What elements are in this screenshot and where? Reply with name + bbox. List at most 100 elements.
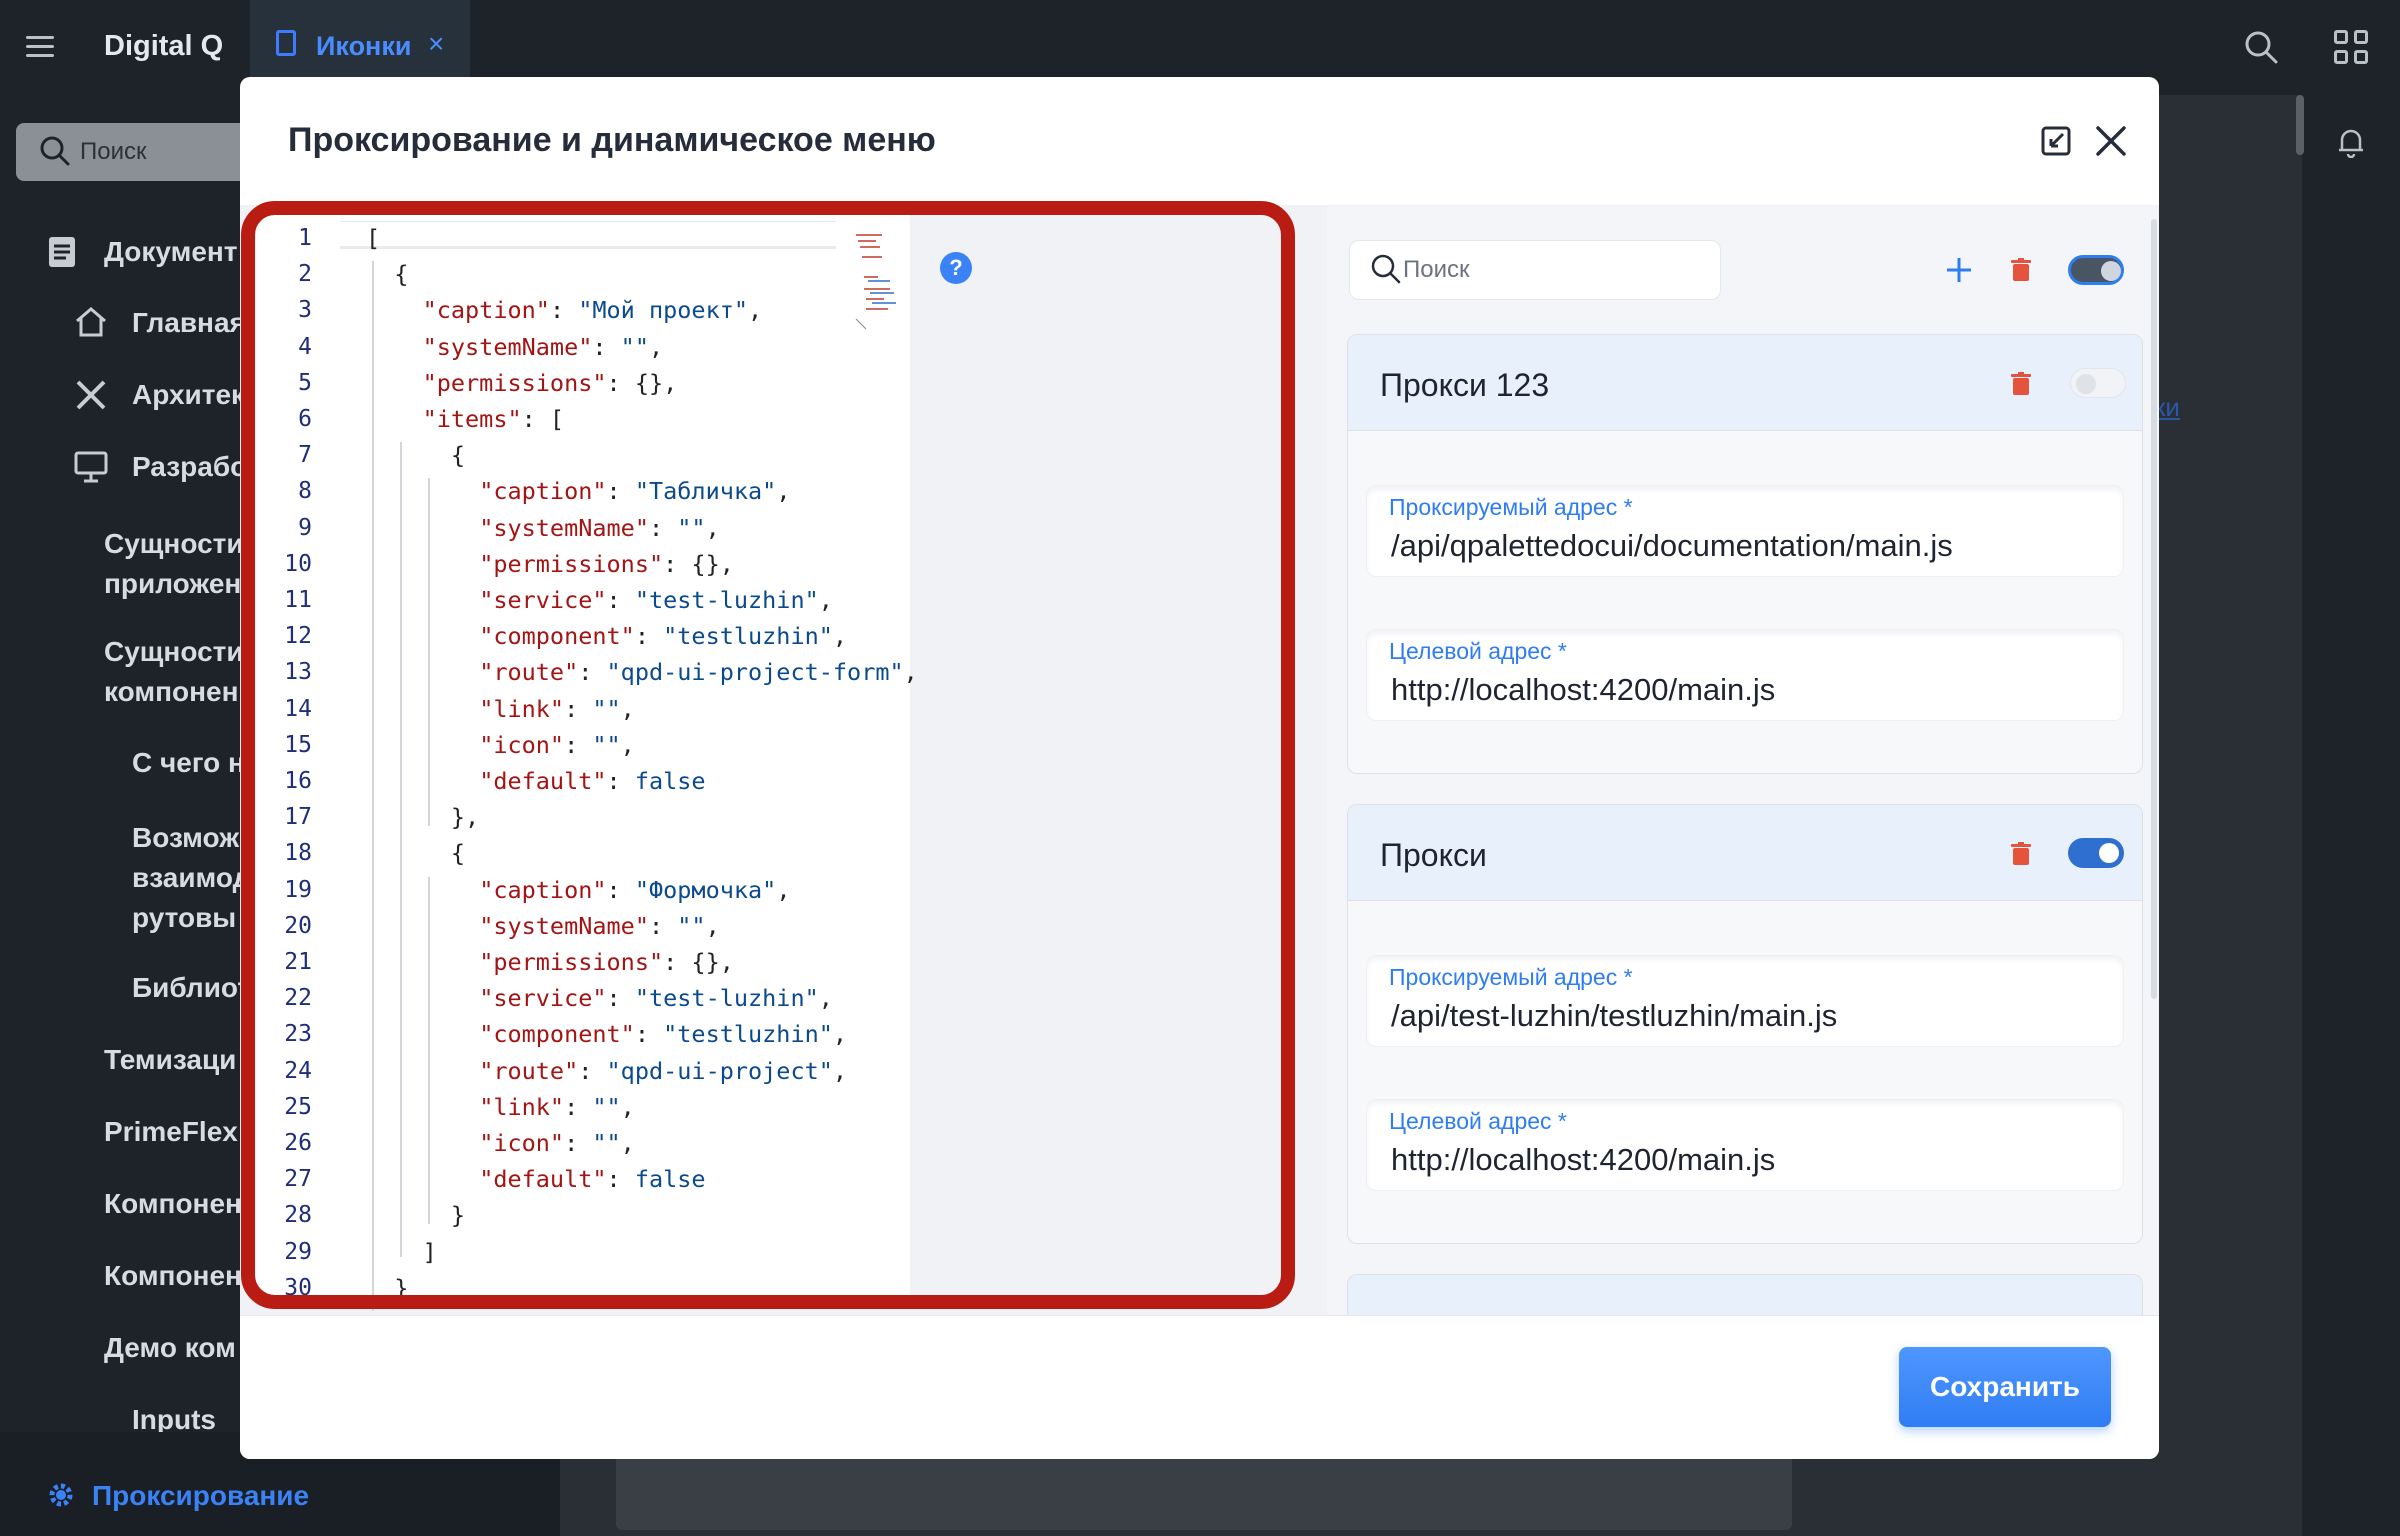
proxy-enabled-toggle[interactable] bbox=[2068, 838, 2124, 868]
tab-close-icon[interactable]: × bbox=[428, 28, 444, 60]
line-number: 7 bbox=[298, 442, 312, 469]
source-address-value[interactable]: /api/test-luzhin/testluzhin/main.js bbox=[1391, 998, 1837, 1034]
code-line: [ bbox=[366, 224, 381, 252]
sidebar-search-placeholder: Поиск bbox=[80, 138, 147, 165]
proxy-card: Прокси 123 Проксируемый адрес * /api/qpa… bbox=[1347, 334, 2143, 774]
line-number: 29 bbox=[284, 1238, 312, 1265]
help-icon[interactable]: ? bbox=[940, 252, 972, 284]
line-number: 3 bbox=[298, 297, 312, 324]
line-number: 12 bbox=[284, 623, 312, 650]
bell-icon[interactable] bbox=[2336, 126, 2366, 158]
target-address-field[interactable]: Целевой адрес * http://localhost:4200/ma… bbox=[1366, 629, 2124, 721]
code-line: "items": [ bbox=[422, 405, 565, 433]
line-number: 16 bbox=[284, 768, 312, 794]
search-icon bbox=[1371, 254, 1401, 284]
proxy-card: Прокси Проксируемый адрес * /api/test-lu… bbox=[1347, 804, 2143, 1244]
dialog-footer bbox=[240, 1315, 2159, 1459]
proxy-search-placeholder: Поиск bbox=[1403, 256, 1470, 283]
sidebar-item-component-entities[interactable]: Сущности компонен bbox=[104, 632, 244, 712]
sidebar-item-demo-components[interactable]: Демо ком bbox=[104, 1332, 236, 1364]
code-line: "component": "testluzhin", bbox=[479, 622, 848, 651]
sidebar-item-getting-started[interactable]: С чего н bbox=[132, 747, 245, 779]
sidebar-item-documents[interactable]: Документ bbox=[104, 236, 238, 268]
proxy-card bbox=[1347, 1274, 2143, 1316]
target-address-value[interactable]: http://localhost:4200/main.js bbox=[1391, 1142, 1775, 1178]
code-line: "service": "test-luzhin", bbox=[479, 984, 833, 1013]
line-number: 9 bbox=[298, 514, 312, 541]
target-address-field[interactable]: Целевой адрес * http://localhost:4200/ma… bbox=[1366, 1099, 2124, 1191]
source-address-field[interactable]: Проксируемый адрес * /api/test-luzhin/te… bbox=[1366, 955, 2124, 1047]
sidebar-item-architecture[interactable]: Архитек bbox=[132, 379, 245, 411]
tab-label[interactable]: Иконки bbox=[316, 31, 411, 62]
save-button[interactable]: Сохранить bbox=[1899, 1347, 2111, 1427]
code-line: "service": "test-luzhin", bbox=[479, 586, 833, 614]
minimap[interactable] bbox=[852, 229, 898, 339]
sidebar-item-interaction[interactable]: Возмож взаимод рутовы bbox=[132, 818, 250, 938]
app-title: Digital Q bbox=[104, 30, 224, 62]
line-number: 23 bbox=[284, 1021, 312, 1048]
line-number: 27 bbox=[284, 1166, 312, 1193]
search-icon[interactable] bbox=[2244, 30, 2278, 64]
indent-guide bbox=[372, 261, 374, 1311]
target-address-value[interactable]: http://localhost:4200/main.js bbox=[1391, 672, 1775, 708]
delete-all-icon[interactable] bbox=[2010, 258, 2032, 282]
proxy-name: Прокси bbox=[1380, 837, 1487, 873]
source-address-field[interactable]: Проксируемый адрес * /api/qpalettedocui/… bbox=[1366, 485, 2124, 577]
delete-proxy-icon[interactable] bbox=[2010, 372, 2032, 396]
line-number: 20 bbox=[284, 912, 312, 939]
sidebar-item-primeflex[interactable]: PrimeFlex bbox=[104, 1116, 238, 1148]
document-icon bbox=[49, 237, 75, 267]
code-line: "systemName": "", bbox=[422, 332, 664, 361]
target-address-label: Целевой адрес * bbox=[1389, 1108, 1567, 1134]
close-icon[interactable] bbox=[2094, 124, 2128, 158]
source-address-value[interactable]: /api/qpalettedocui/documentation/main.js bbox=[1391, 528, 1953, 564]
proxy-panel-scrollbar[interactable] bbox=[2151, 219, 2157, 999]
target-address-label: Целевой адрес * bbox=[1389, 638, 1567, 664]
line-number: 22 bbox=[284, 985, 312, 1012]
global-proxy-toggle[interactable] bbox=[2068, 255, 2124, 285]
indent-guide bbox=[428, 478, 430, 826]
line-number: 19 bbox=[284, 876, 312, 903]
sidebar-item-development[interactable]: Разрабо bbox=[132, 451, 247, 483]
line-number: 21 bbox=[284, 949, 312, 975]
line-number: 11 bbox=[284, 587, 312, 613]
proxy-dialog: Проксирование и динамическое меню 123456… bbox=[240, 77, 2159, 1459]
proxy-list-panel: Поиск Прокси 123 Проксируемый адрес * /a… bbox=[1327, 206, 2159, 1316]
sidebar-item-theming[interactable]: Темизаци bbox=[104, 1044, 236, 1076]
line-number: 18 bbox=[284, 840, 312, 867]
sidebar-item-home[interactable]: Главная bbox=[132, 307, 246, 339]
code-line: }, bbox=[366, 803, 480, 832]
tools-icon bbox=[76, 380, 106, 410]
line-number: 10 bbox=[284, 550, 312, 577]
sidebar-item-app-entities[interactable]: Сущности приложен bbox=[104, 524, 244, 604]
sidebar-item-components-1[interactable]: Компонен bbox=[104, 1188, 242, 1220]
gear-icon bbox=[49, 1483, 73, 1507]
add-proxy-icon[interactable] bbox=[1945, 256, 1973, 284]
code-line: "permissions": {}, bbox=[479, 948, 734, 976]
code-line: "link": "", bbox=[479, 1092, 635, 1121]
file-icon bbox=[276, 30, 296, 56]
code-line: "link": "", bbox=[479, 694, 635, 723]
home-icon bbox=[76, 307, 106, 337]
page-scrollbar[interactable] bbox=[2296, 95, 2304, 155]
code-line: "route": "qpd-ui-project-form", bbox=[479, 658, 918, 687]
minimize-icon[interactable] bbox=[2041, 126, 2071, 156]
apps-grid-icon[interactable] bbox=[2334, 30, 2370, 66]
sidebar-item-proxying[interactable]: Проксирование bbox=[92, 1480, 309, 1512]
code-line: { bbox=[366, 441, 466, 470]
code-line: "default": false bbox=[479, 1165, 706, 1194]
menu-icon[interactable] bbox=[26, 36, 54, 58]
delete-proxy-icon[interactable] bbox=[2010, 842, 2032, 866]
code-line: "permissions": {}, bbox=[422, 368, 678, 397]
sidebar-item-components-2[interactable]: Компонен bbox=[104, 1260, 242, 1292]
monitor-icon bbox=[74, 451, 108, 483]
line-number: 2 bbox=[298, 261, 312, 288]
proxy-enabled-toggle[interactable] bbox=[2070, 368, 2126, 398]
line-number: 25 bbox=[284, 1093, 312, 1120]
code-line: "icon": "", bbox=[479, 1129, 635, 1157]
code-line: "icon": "", bbox=[479, 730, 635, 759]
code-line: "systemName": "", bbox=[479, 513, 720, 542]
json-editor[interactable]: 1 2 3 4 5 6 7 8 9 10 11 12 13 14 15 16 17 18 19 20 21 22 23 24 2… bbox=[256, 215, 918, 1311]
sidebar-item-libraries[interactable]: Библиот bbox=[132, 972, 251, 1004]
search-icon bbox=[40, 136, 70, 166]
